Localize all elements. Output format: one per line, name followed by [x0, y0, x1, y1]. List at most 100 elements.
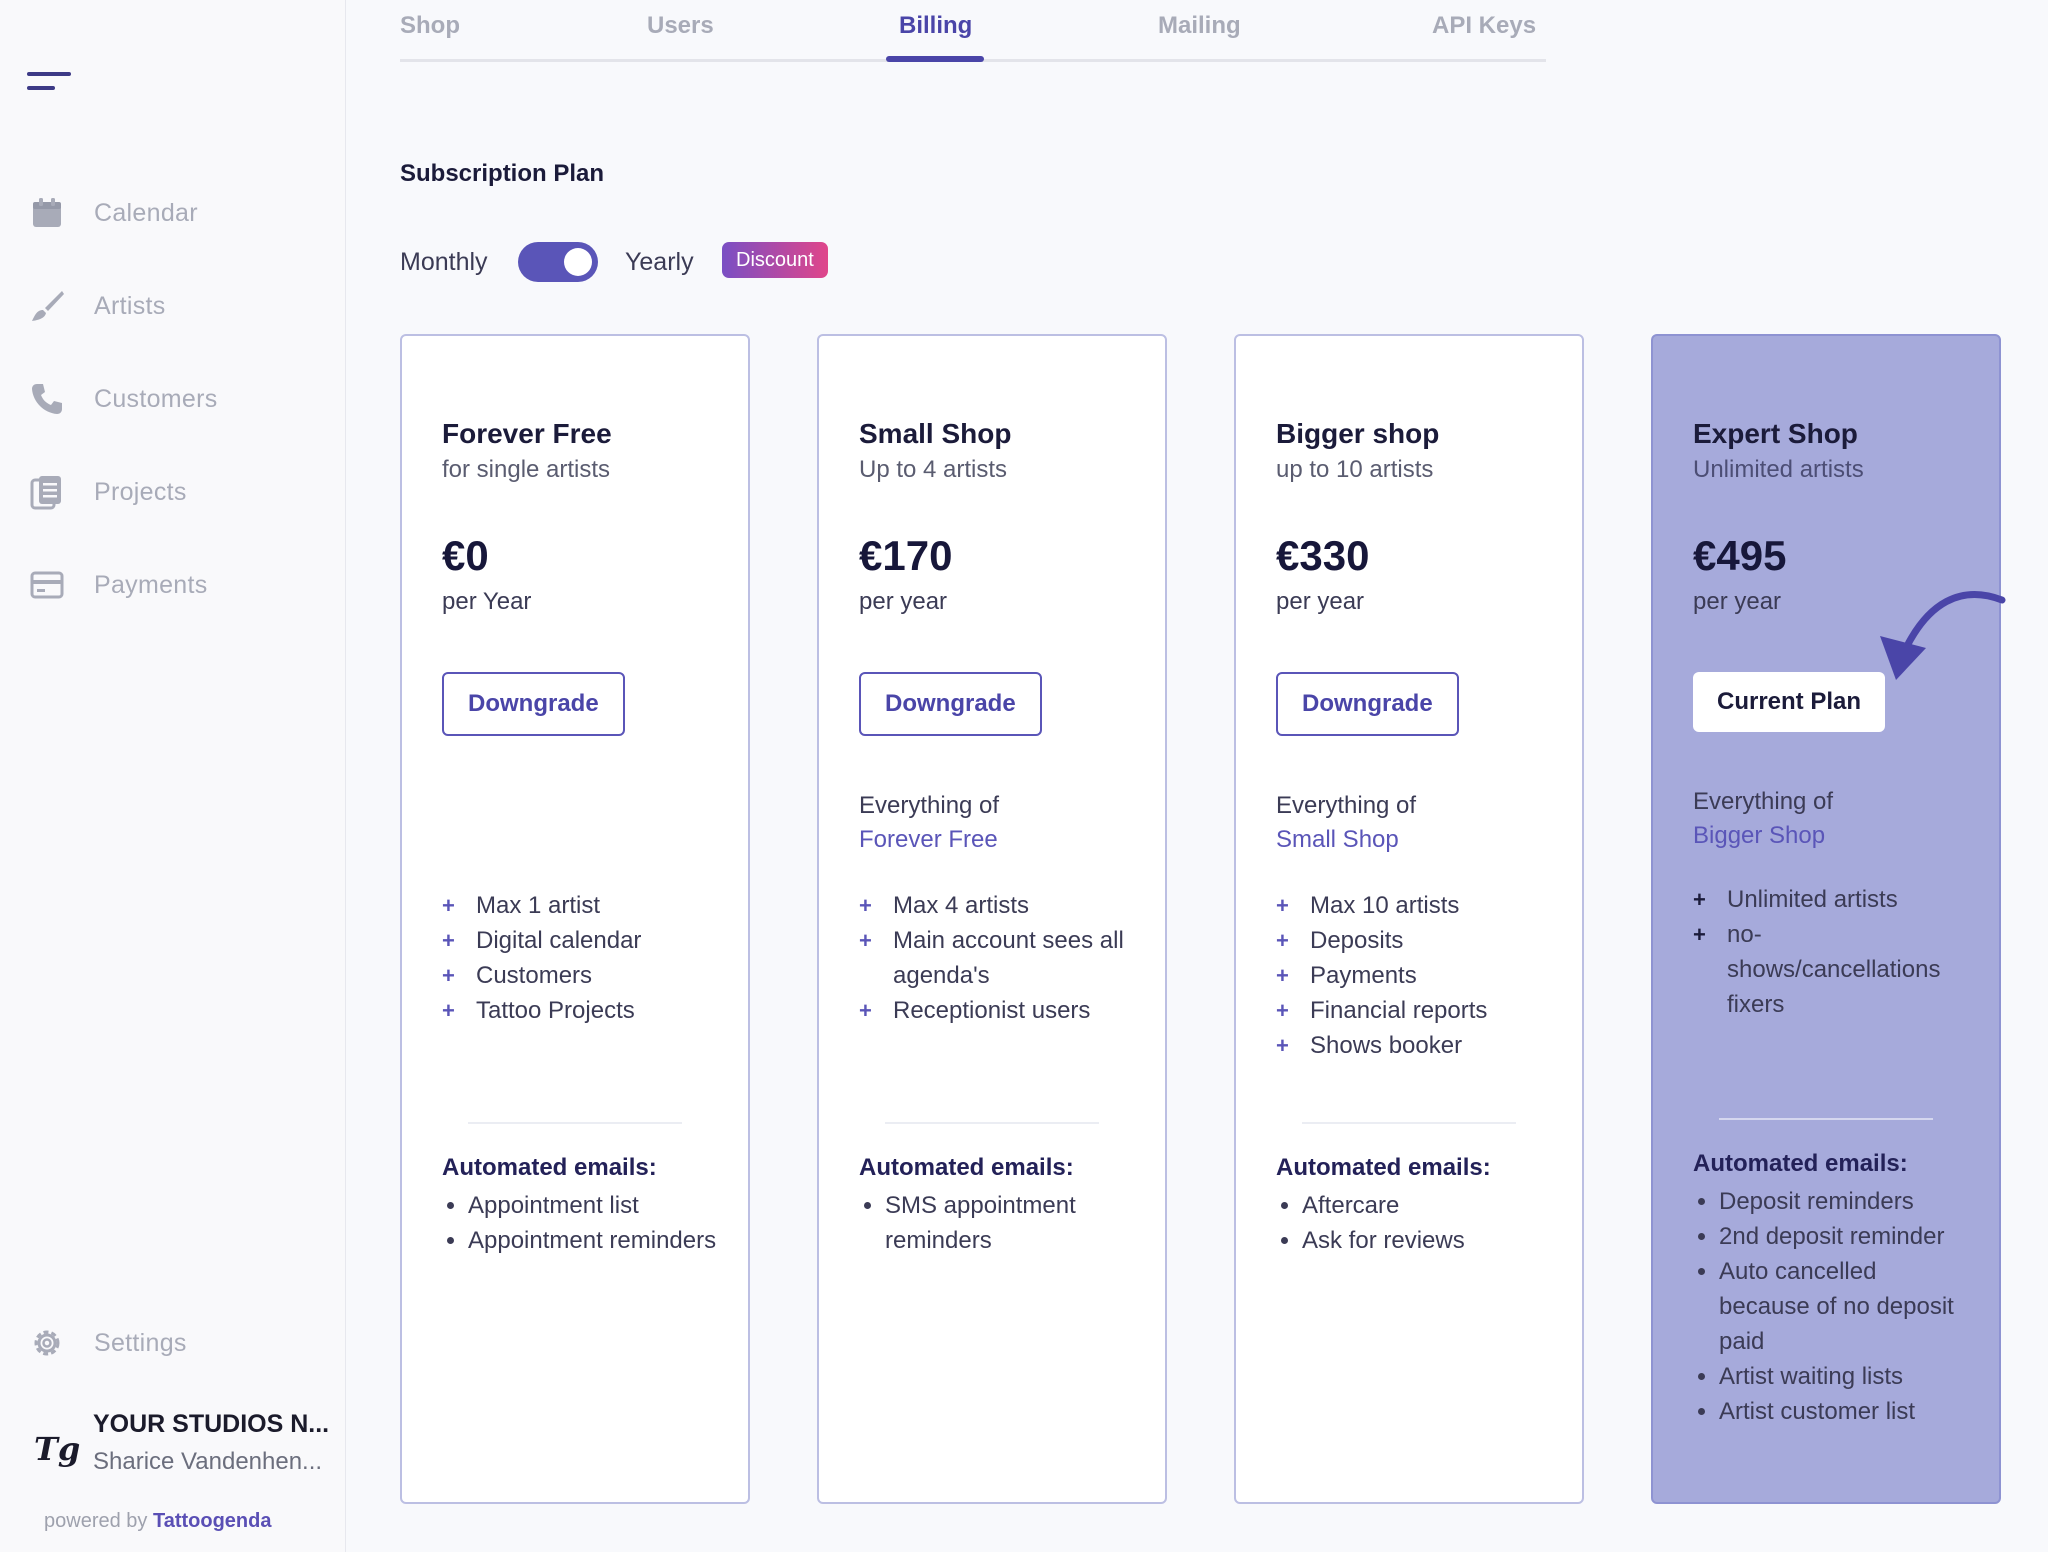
feature-item: Max 4 artists — [859, 888, 1149, 923]
sidebar-item-label: Settings — [94, 1328, 187, 1357]
plan-subtitle: Unlimited artists — [1693, 456, 1864, 483]
feature-item: Customers — [442, 958, 732, 993]
email-item: Artist waiting lists — [1719, 1359, 1969, 1394]
emails-heading: Automated emails: — [442, 1154, 657, 1181]
brush-icon — [28, 287, 66, 325]
sidebar-item-label: Artists — [94, 291, 166, 320]
plan-name: Expert Shop — [1693, 418, 1858, 449]
calendar-icon — [28, 194, 66, 232]
powered-by: powered by Tattoogenda — [44, 1510, 272, 1532]
document-icon — [28, 473, 66, 511]
discount-badge: Discount — [722, 242, 828, 278]
active-tab-indicator — [886, 56, 984, 62]
feature-item: Digital calendar — [442, 923, 732, 958]
plan-period: per year — [859, 588, 948, 615]
sidebar-item-calendar[interactable]: Calendar — [28, 191, 198, 235]
card-icon — [28, 566, 66, 604]
feature-item: Main account sees all agenda's — [859, 923, 1149, 993]
settings-tabs: Shop Users Billing Mailing API Keys — [400, 0, 1546, 62]
feature-list: Max 4 artists Main account sees all agen… — [859, 888, 1149, 1028]
plan-card-bigger-shop: Bigger shop up to 10 artists €330 per ye… — [1234, 334, 1584, 1504]
phone-icon — [28, 380, 66, 418]
billing-period-switch[interactable] — [518, 242, 598, 282]
plan-price: €495 — [1693, 532, 1787, 579]
tab-shop[interactable]: Shop — [400, 12, 460, 40]
downgrade-button[interactable]: Downgrade — [1276, 672, 1459, 736]
sidebar-item-label: Projects — [94, 477, 187, 506]
feature-item: Max 10 artists — [1276, 888, 1566, 923]
includes-plan-link[interactable]: Small Shop — [1276, 826, 1399, 854]
sidebar-item-label: Payments — [94, 570, 208, 599]
emails-heading: Automated emails: — [1276, 1154, 1491, 1181]
current-plan-arrow-icon — [1880, 591, 2006, 680]
yearly-label[interactable]: Yearly — [625, 248, 694, 277]
page-title: Subscription Plan — [400, 160, 605, 187]
plan-period: per year — [1276, 588, 1365, 615]
sidebar-item-customers[interactable]: Customers — [28, 377, 218, 421]
email-item: SMS appointment reminders — [885, 1188, 1135, 1258]
sidebar-item-label: Customers — [94, 384, 218, 413]
downgrade-button[interactable]: Downgrade — [859, 672, 1042, 736]
email-item: Aftercare — [1302, 1188, 1552, 1223]
menu-toggle-icon[interactable] — [27, 72, 71, 94]
feature-item: Max 1 artist — [442, 888, 732, 923]
tab-billing[interactable]: Billing — [899, 12, 972, 40]
includes-plan-link[interactable]: Forever Free — [859, 826, 998, 854]
tab-api-keys[interactable]: API Keys — [1432, 12, 1536, 40]
switch-knob — [564, 248, 592, 276]
studio-logo: Tg — [34, 1430, 81, 1468]
email-list: Appointment list Appointment reminders — [468, 1188, 718, 1258]
divider — [885, 1122, 1099, 1124]
downgrade-button[interactable]: Downgrade — [442, 672, 625, 736]
sidebar-item-projects[interactable]: Projects — [28, 470, 187, 514]
emails-heading: Automated emails: — [1693, 1150, 1908, 1177]
sidebar: Calendar Artists Customers Projects Paym… — [0, 0, 346, 1552]
feature-item: Receptionist users — [859, 993, 1149, 1028]
sidebar-item-settings[interactable]: Settings — [28, 1321, 187, 1365]
email-item: Deposit reminders — [1719, 1184, 1969, 1219]
feature-item: Tattoo Projects — [442, 993, 732, 1028]
sidebar-item-artists[interactable]: Artists — [28, 284, 166, 328]
feature-item: no-shows/cancellations fixers — [1693, 917, 1953, 1022]
divider — [1302, 1122, 1516, 1124]
tab-users[interactable]: Users — [647, 12, 714, 40]
studio-name: YOUR STUDIOS N... — [93, 1410, 330, 1438]
plan-card-expert-shop: Expert Shop Unlimited artists €495 per y… — [1651, 334, 2001, 1504]
feature-item: Financial reports — [1276, 993, 1566, 1028]
feature-item: Shows booker — [1276, 1028, 1566, 1063]
plan-price: €330 — [1276, 532, 1370, 579]
divider — [1719, 1118, 1933, 1120]
feature-item: Unlimited artists — [1693, 882, 1953, 917]
plan-price: €170 — [859, 532, 953, 579]
email-item: Appointment list — [468, 1188, 718, 1223]
feature-list: Max 1 artist Digital calendar Customers … — [442, 888, 732, 1028]
emails-heading: Automated emails: — [859, 1154, 1074, 1181]
plan-period: per Year — [442, 588, 532, 615]
includes-plan-link[interactable]: Bigger Shop — [1693, 822, 1825, 850]
plan-subtitle: Up to 4 artists — [859, 456, 1008, 483]
sidebar-item-payments[interactable]: Payments — [28, 563, 208, 607]
feature-item: Payments — [1276, 958, 1566, 993]
email-item: Ask for reviews — [1302, 1223, 1552, 1258]
plan-name: Forever Free — [442, 418, 612, 449]
email-item: Auto cancelled because of no deposit pai… — [1719, 1254, 1969, 1359]
divider — [468, 1122, 682, 1124]
email-list: SMS appointment reminders — [885, 1188, 1135, 1258]
includes-prefix: Everything of — [1276, 792, 1417, 819]
plan-card-small-shop: Small Shop Up to 4 artists €170 per year… — [817, 334, 1167, 1504]
plan-subtitle: for single artists — [442, 456, 611, 483]
tab-mailing[interactable]: Mailing — [1158, 12, 1241, 40]
feature-list: Unlimited artists no-shows/cancellations… — [1693, 882, 1953, 1022]
plan-subtitle: up to 10 artists — [1276, 456, 1434, 483]
includes-prefix: Everything of — [1693, 788, 1834, 815]
monthly-label[interactable]: Monthly — [400, 248, 488, 277]
plan-price: €0 — [442, 532, 489, 579]
plan-card-forever-free: Forever Free for single artists €0 per Y… — [400, 334, 750, 1504]
email-list: Deposit reminders 2nd deposit reminder A… — [1719, 1184, 1969, 1429]
email-item: Appointment reminders — [468, 1223, 718, 1258]
sidebar-item-label: Calendar — [94, 198, 198, 227]
powered-by-link[interactable]: Tattoogenda — [153, 1510, 272, 1532]
plan-name: Small Shop — [859, 418, 1012, 449]
feature-item: Deposits — [1276, 923, 1566, 958]
plan-name: Bigger shop — [1276, 418, 1440, 449]
